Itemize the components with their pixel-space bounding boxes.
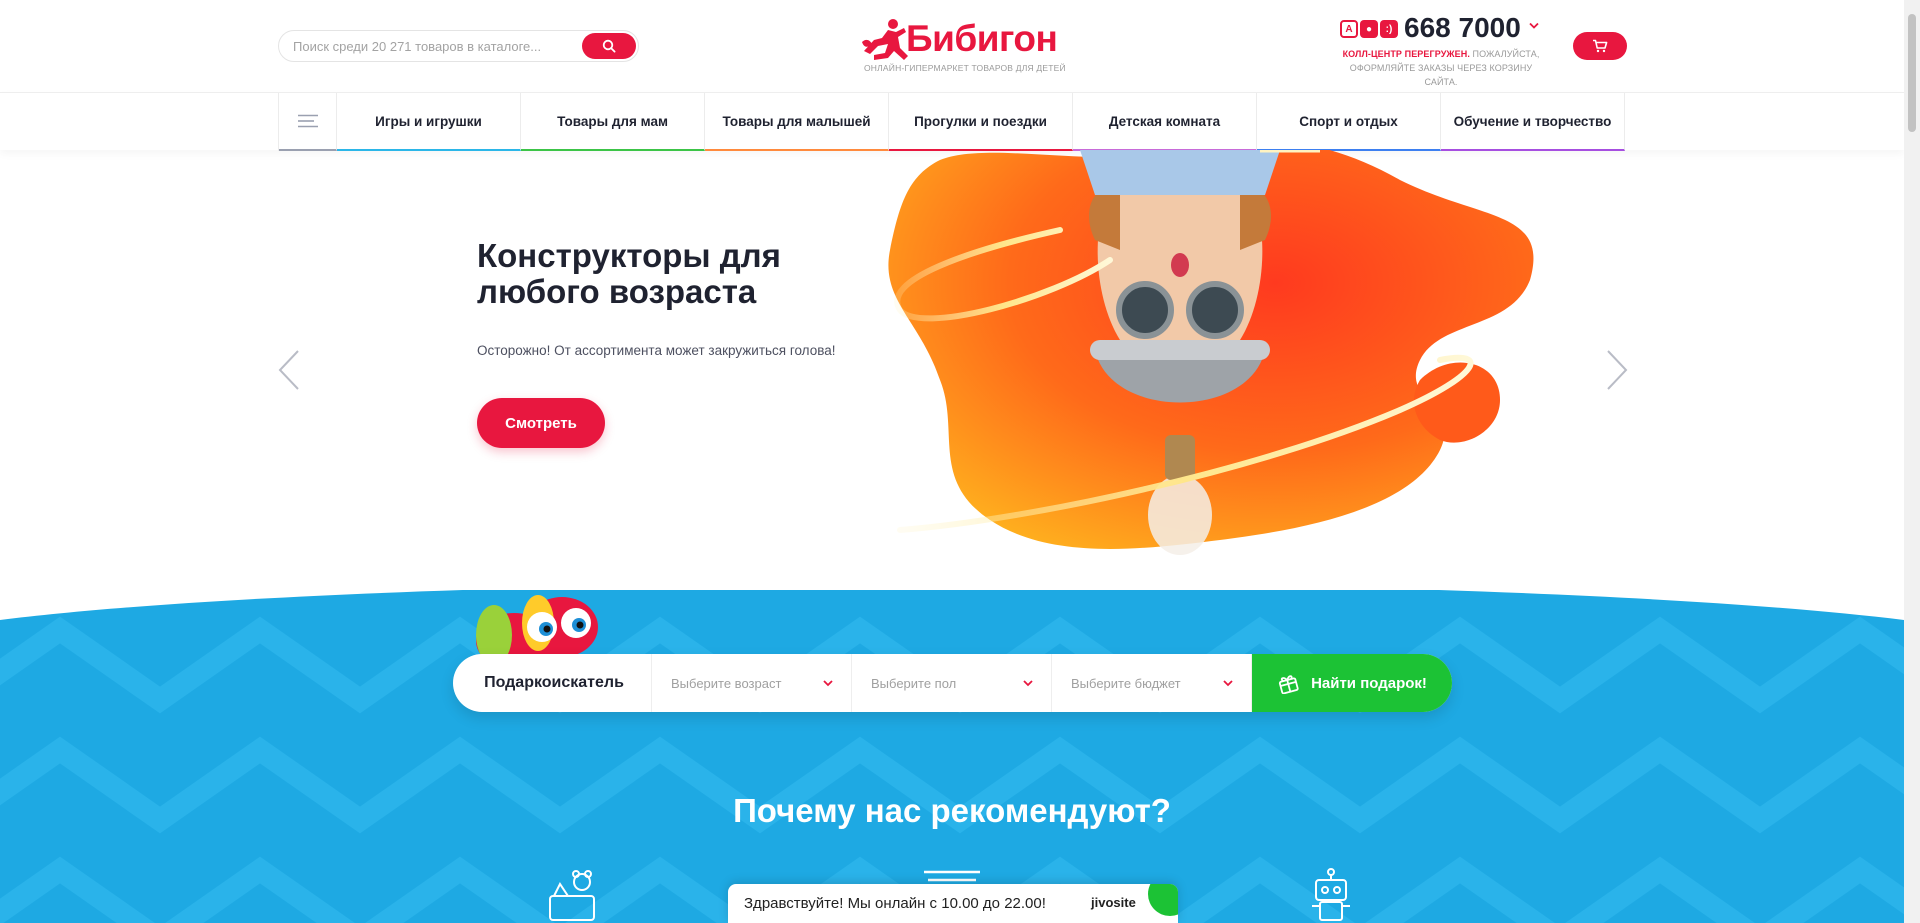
gift-finder: Подаркоискатель Выберите возраст Выберит… (453, 654, 1452, 712)
gender-select-placeholder: Выберите пол (871, 675, 957, 691)
nav-item-kids-room[interactable]: Детская комната (1073, 93, 1257, 151)
gift-icon (1278, 675, 1299, 694)
chat-greeting: Здравствуйте! Мы онлайн с 10.00 до 22.00… (744, 895, 1046, 912)
catalog-menu-button[interactable] (279, 93, 337, 151)
slider-next-arrow-icon[interactable] (1602, 345, 1632, 395)
budget-select[interactable]: Выберите бюджет (1052, 654, 1252, 712)
main-nav: Игры и игрушки Товары для мам Товары для… (0, 92, 1904, 151)
callcenter-notice: КОЛЛ-ЦЕНТР ПЕРЕГРУЖЕН. ПОЖАЛУЙСТА, ОФОРМ… (1336, 47, 1546, 89)
search-input[interactable] (293, 36, 563, 56)
page-scrollbar[interactable] (1904, 0, 1920, 923)
hero-slider: Конструкторы для любого возраста Осторож… (0, 150, 1904, 610)
nav-item-education[interactable]: Обучение и творчество (1441, 93, 1625, 151)
notice-line2: ОФОРМЛЯЙТЕ ЗАКАЗЫ ЧЕРЕЗ КОРЗИНУ САЙТА. (1349, 63, 1533, 87)
hamburger-icon (297, 114, 318, 128)
robot-icon (1312, 868, 1350, 921)
chevron-down-icon (823, 679, 833, 686)
nav-item-sport[interactable]: Спорт и отдых (1257, 93, 1441, 151)
operator-life-icon: :) (1380, 20, 1398, 38)
logo-runner-icon (862, 19, 908, 60)
hero-subtitle: Осторожно! От ассортимента может закружи… (477, 343, 836, 358)
hero-view-button[interactable]: Смотреть (477, 398, 605, 448)
logo-subtitle: ОНЛАЙН-ГИПЕРМАРКЕТ ТОВАРОВ ДЛЯ ДЕТЕЙ (864, 63, 1066, 73)
nav-list: Игры и игрушки Товары для мам Товары для… (278, 93, 1625, 151)
find-gift-button[interactable]: Найти подарок! (1252, 654, 1452, 712)
cart-icon (1593, 39, 1608, 53)
age-select[interactable]: Выберите возраст (652, 654, 852, 712)
hero-illustration (888, 150, 1534, 555)
phone-number[interactable]: 668 7000 (1404, 12, 1521, 44)
logo[interactable]: Бибигон ОНЛАЙН-ГИПЕРМАРКЕТ ТОВАРОВ ДЛЯ Д… (860, 16, 1066, 76)
operator-a1-icon: A (1340, 20, 1358, 38)
gender-select[interactable]: Выберите пол (852, 654, 1052, 712)
gift-finder-label: Подаркоискатель (453, 654, 652, 712)
age-select-placeholder: Выберите возраст (671, 675, 782, 691)
nav-item-babies[interactable]: Товары для малышей (705, 93, 889, 151)
operator-mts-icon: ● (1360, 20, 1378, 38)
mobile-operators: A ● :) (1340, 20, 1398, 38)
nav-item-toys[interactable]: Игры и игрушки (337, 93, 521, 151)
find-gift-label: Найти подарок! (1311, 674, 1427, 692)
site-header: Бибигон ОНЛАЙН-ГИПЕРМАРКЕТ ТОВАРОВ ДЛЯ Д… (0, 0, 1904, 92)
search-box (278, 30, 639, 62)
search-icon (602, 39, 616, 53)
chat-status-icon (1148, 884, 1178, 916)
chevron-down-icon (1223, 679, 1233, 686)
nav-item-walks[interactable]: Прогулки и поездки (889, 93, 1073, 151)
nav-item-moms[interactable]: Товары для мам (521, 93, 705, 151)
chevron-down-icon[interactable] (1529, 22, 1539, 30)
logo-text: Бибигон (906, 18, 1058, 59)
scrollbar-thumb[interactable] (1908, 14, 1916, 132)
notice-bold: КОЛЛ-ЦЕНТР ПЕРЕГРУЖЕН. (1342, 49, 1470, 59)
chat-brand: jivosite (1091, 895, 1136, 910)
why-title: Почему нас рекомендуют? (733, 792, 1171, 829)
hero-title: Конструкторы для любого возраста (477, 237, 781, 310)
cart-button[interactable] (1573, 32, 1627, 60)
budget-select-placeholder: Выберите бюджет (1071, 675, 1181, 691)
toys-box-icon (549, 870, 595, 921)
search-button[interactable] (582, 33, 636, 59)
notice-rest: ПОЖАЛУЙСТА, (1469, 49, 1540, 59)
slider-prev-arrow-icon[interactable] (274, 345, 304, 395)
chat-widget[interactable]: Здравствуйте! Мы онлайн с 10.00 до 22.00… (728, 884, 1178, 923)
chevron-down-icon (1023, 679, 1033, 686)
